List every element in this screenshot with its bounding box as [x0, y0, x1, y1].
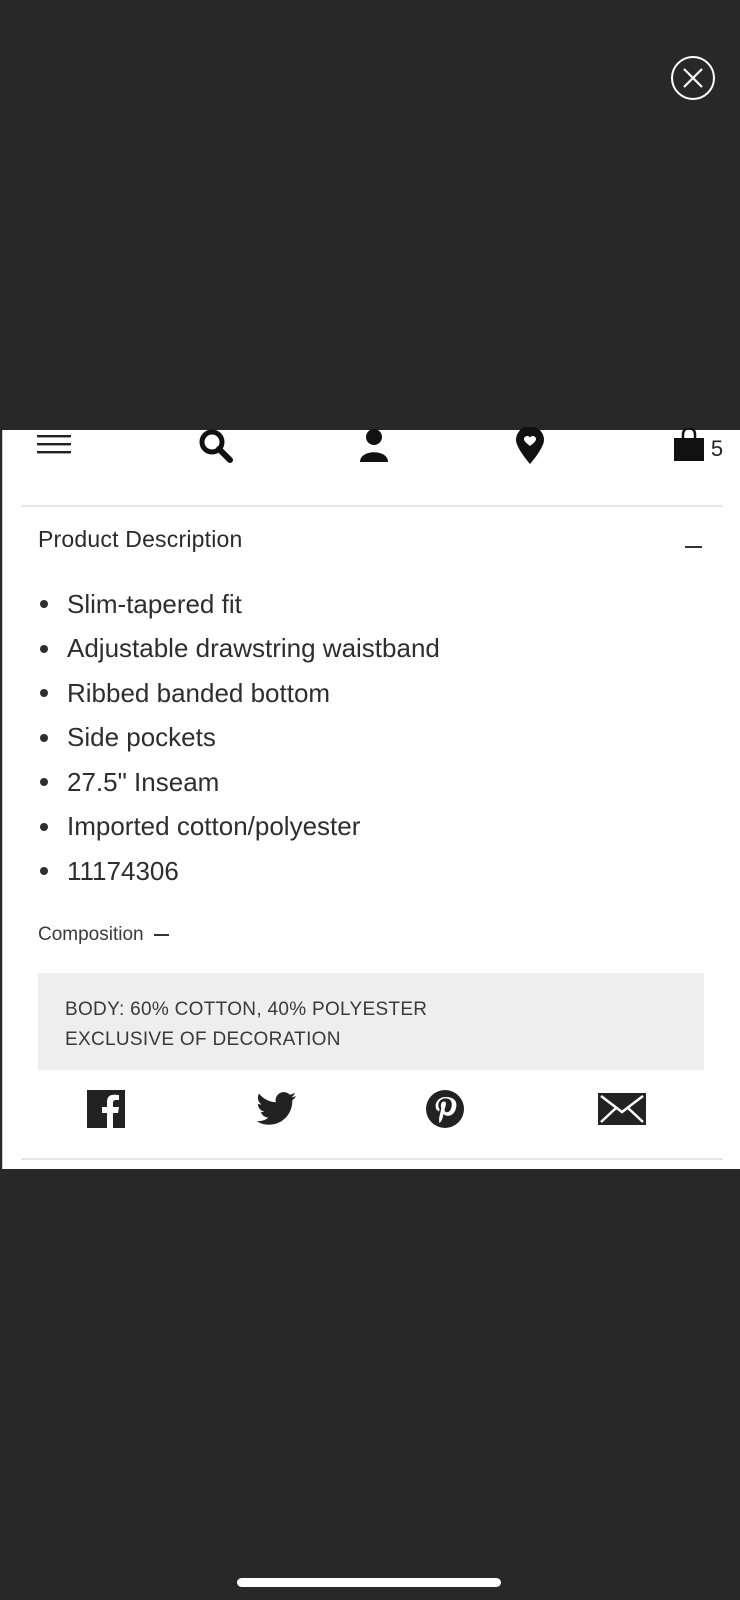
account-icon	[360, 429, 388, 462]
home-indicator[interactable]	[237, 1578, 501, 1587]
location-icon	[516, 427, 544, 464]
list-item: Ribbed banded bottom	[38, 671, 440, 716]
shopping-bag-button[interactable]: 5	[667, 424, 729, 466]
list-item: Slim-tapered fit	[38, 582, 440, 627]
list-item: 27.5" Inseam	[38, 760, 440, 805]
product-features-list: Slim-tapered fit Adjustable drawstring w…	[38, 582, 440, 894]
share-facebook-button[interactable]	[85, 1088, 127, 1130]
divider	[21, 505, 723, 507]
close-button[interactable]	[671, 56, 715, 100]
account-button[interactable]	[353, 424, 395, 466]
composition-label: Composition	[38, 924, 144, 945]
share-email-button[interactable]	[597, 1088, 647, 1130]
list-item: 11174306	[38, 849, 440, 894]
bullet-icon	[40, 689, 48, 698]
twitter-icon	[257, 1092, 296, 1125]
menu-icon	[37, 435, 71, 454]
minus-icon	[153, 934, 169, 936]
composition-line: EXCLUSIVE OF DECORATION	[65, 1029, 341, 1050]
bag-icon	[673, 428, 704, 461]
search-icon	[199, 429, 233, 463]
pinterest-icon	[426, 1090, 464, 1128]
bullet-icon	[40, 867, 48, 876]
bullet-icon	[40, 600, 48, 609]
bullet-icon	[40, 778, 48, 787]
list-item: Side pockets	[38, 716, 440, 761]
store-locator-button[interactable]	[509, 424, 551, 468]
list-item: Adjustable drawstring waistband	[38, 627, 440, 672]
divider	[21, 1158, 723, 1160]
navbar: 5	[3, 427, 740, 507]
composition-toggle[interactable]: Composition	[38, 924, 169, 946]
share-pinterest-button[interactable]	[424, 1088, 466, 1130]
facebook-icon	[87, 1090, 125, 1128]
share-twitter-button[interactable]	[255, 1088, 299, 1130]
email-icon	[598, 1093, 646, 1125]
list-item: Imported cotton/polyester	[38, 805, 440, 850]
bullet-icon	[40, 644, 48, 653]
bullet-icon	[40, 822, 48, 831]
search-button[interactable]	[195, 426, 237, 466]
minus-icon[interactable]	[685, 546, 702, 548]
menu-button[interactable]	[35, 430, 73, 460]
composition-line: BODY: 60% COTTON, 40% POLYESTER	[65, 999, 428, 1020]
close-icon	[683, 68, 703, 88]
bag-count: 5	[710, 436, 724, 461]
composition-details: BODY: 60% COTTON, 40% POLYESTER EXCLUSIV…	[38, 973, 704, 1070]
bullet-icon	[40, 733, 48, 742]
product-details-panel: 5 Product Description Slim-tapered fit A…	[2, 427, 740, 1169]
product-description-title: Product Description	[38, 526, 243, 552]
